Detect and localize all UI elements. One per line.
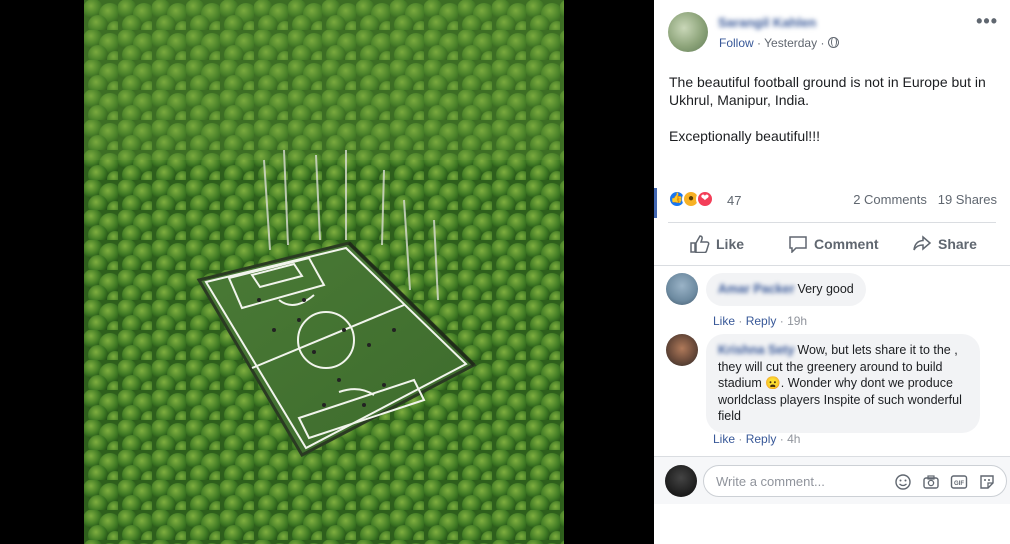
post-meta: Follow · Yesterday ·	[719, 36, 839, 50]
football-field-aerial-image	[84, 0, 564, 544]
comment-icon	[789, 236, 807, 253]
globe-icon	[827, 37, 839, 48]
love-icon: ❤	[696, 190, 714, 208]
divider	[654, 265, 1010, 266]
share-button-label: Share	[938, 236, 977, 252]
meta-separator: ·	[779, 314, 784, 328]
reactions-bar: 👍 ● ❤ 47 2 Comments 19 Shares	[654, 186, 1010, 218]
comment-actions: Like · Reply · 19h	[713, 314, 807, 328]
more-options-button[interactable]: •••	[976, 12, 998, 30]
share-button[interactable]: Share	[912, 226, 977, 262]
meta-separator: ·	[779, 432, 784, 446]
selection-edge	[654, 188, 657, 218]
comment-button-label: Comment	[814, 236, 879, 252]
post-stats: 2 Comments 19 Shares	[853, 192, 997, 207]
comment-like-link[interactable]: Like	[713, 314, 735, 328]
emoji-icon[interactable]	[894, 473, 912, 491]
photo-viewer	[0, 0, 654, 544]
current-user-avatar	[665, 465, 697, 497]
post-actions: Like Comment Share	[668, 226, 996, 262]
commenter-avatar[interactable]	[666, 334, 698, 366]
follow-link[interactable]: Follow	[719, 36, 754, 50]
comment-reply-link[interactable]: Reply	[746, 314, 777, 328]
reaction-count[interactable]: 47	[727, 193, 741, 208]
comment-reply-link[interactable]: Reply	[746, 432, 777, 446]
commenter-name[interactable]: Amar Packer	[718, 282, 794, 296]
meta-separator: ·	[757, 36, 762, 50]
comment-input-placeholder: Write a comment...	[716, 474, 825, 489]
post-text: The beautiful football ground is not in …	[669, 73, 999, 163]
share-icon	[913, 235, 932, 251]
comment-time[interactable]: 4h	[787, 432, 800, 446]
meta-separator: ·	[738, 432, 743, 446]
post-paragraph: The beautiful football ground is not in …	[669, 74, 986, 108]
like-button-label: Like	[716, 236, 745, 252]
comment-time[interactable]: 19h	[787, 314, 807, 328]
sticker-icon[interactable]	[978, 473, 996, 491]
post-photo[interactable]	[84, 0, 564, 544]
comment-input[interactable]: Write a comment... GIF	[703, 465, 1007, 497]
post-time[interactable]: Yesterday	[764, 36, 817, 50]
composer-icons: GIF	[894, 473, 996, 491]
post-header: Sarangil Kahlen Follow · Yesterday · •••	[668, 12, 998, 56]
meta-separator: ·	[820, 36, 825, 50]
comment-bubble: Amar Packer Very good	[706, 273, 866, 306]
comment-text: Very good	[797, 282, 854, 296]
comment-button[interactable]: Comment	[788, 226, 879, 262]
commenter-avatar[interactable]	[666, 273, 698, 305]
post-paragraph: Exceptionally beautiful!!!	[669, 128, 820, 144]
divider	[668, 222, 996, 223]
comment-like-link[interactable]: Like	[713, 432, 735, 446]
commenter-name[interactable]: Krishna Sety	[718, 343, 794, 357]
camera-icon[interactable]	[922, 473, 940, 491]
shares-count-link[interactable]: 19 Shares	[938, 192, 997, 207]
author-avatar[interactable]	[668, 12, 708, 52]
like-button[interactable]: Like	[690, 226, 744, 262]
thumbs-up-icon	[690, 235, 710, 253]
author-name[interactable]: Sarangil Kahlen	[718, 15, 816, 30]
gif-icon[interactable]: GIF	[950, 473, 968, 491]
comment-bubble: Krishna Sety Wow, but lets share it to th…	[706, 334, 980, 433]
comment-actions: Like · Reply · 4h	[713, 432, 800, 446]
comment-composer: Write a comment... GIF	[654, 456, 1010, 504]
meta-separator: ·	[738, 314, 743, 328]
svg-text:GIF: GIF	[954, 481, 964, 487]
post-panel: Sarangil Kahlen Follow · Yesterday · •••…	[654, 0, 1010, 544]
comments-count-link[interactable]: 2 Comments	[853, 192, 927, 207]
